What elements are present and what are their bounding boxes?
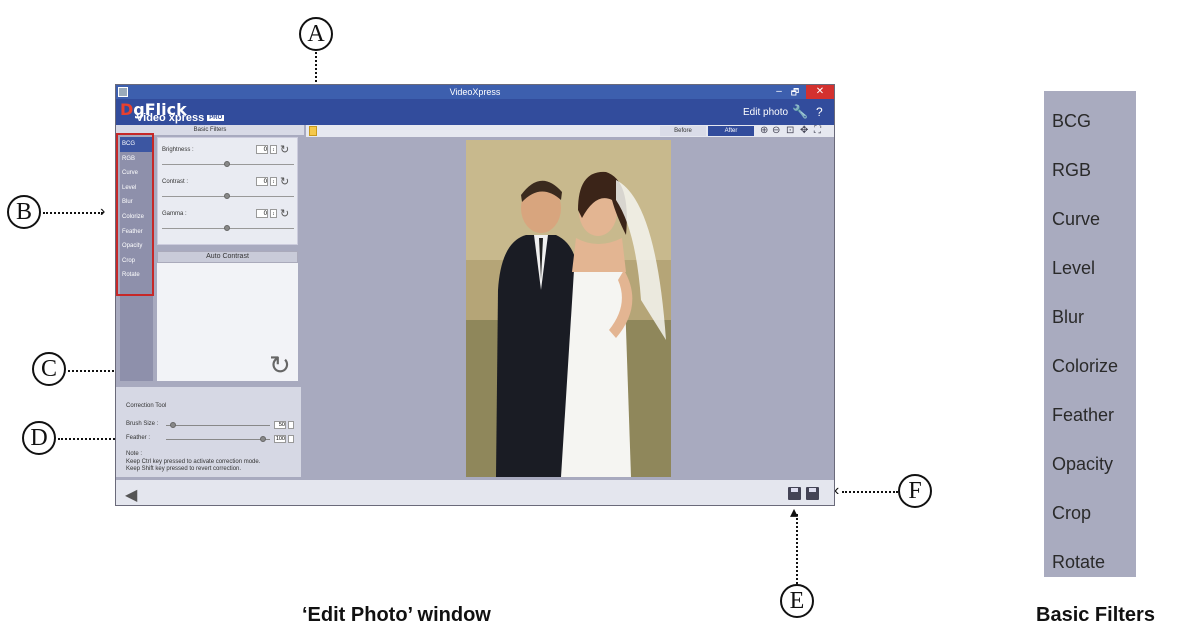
caption-edit-photo: ‘Edit Photo’ window bbox=[302, 604, 491, 626]
gamma-label: Gamma : bbox=[162, 211, 187, 217]
photo-image[interactable] bbox=[466, 140, 671, 477]
gamma-control: Gamma : 0 ↕ ↻ bbox=[162, 207, 294, 239]
feather-slider-knob[interactable] bbox=[260, 436, 266, 442]
brush-size-label: Brush Size : bbox=[126, 421, 159, 427]
auto-contrast-button[interactable]: Auto Contrast bbox=[157, 251, 298, 263]
zoom-filter-bcg[interactable]: BCG bbox=[1052, 97, 1118, 146]
contrast-value[interactable]: 0 bbox=[256, 177, 268, 186]
gamma-spinner[interactable]: ↕ bbox=[270, 209, 277, 218]
feather-control: Feather : 100 bbox=[126, 435, 298, 445]
callout-d-leader bbox=[58, 438, 122, 440]
edit-photo-window: VideoXpress – 🗗 ✕ DgFlick Video xpress PR… bbox=[115, 84, 835, 506]
contrast-spinner[interactable]: ↕ bbox=[270, 177, 277, 186]
correction-note: Note : Keep Ctrl key pressed to activate… bbox=[126, 451, 260, 474]
window-title: VideoXpress bbox=[449, 87, 501, 97]
title-bar: VideoXpress – 🗗 ✕ bbox=[116, 85, 834, 99]
zoom-filter-colorize[interactable]: Colorize bbox=[1052, 342, 1118, 391]
zoom-filter-list: BCG RGB Curve Level Blur Colorize Feathe… bbox=[1052, 97, 1118, 587]
zoom-filter-opacity[interactable]: Opacity bbox=[1052, 440, 1118, 489]
save-icon[interactable] bbox=[788, 487, 801, 500]
help-button[interactable]: ? bbox=[816, 105, 823, 119]
back-arrow-icon[interactable]: ◀ bbox=[125, 485, 137, 505]
callout-b: B bbox=[7, 195, 41, 229]
zoom-filter-level[interactable]: Level bbox=[1052, 244, 1118, 293]
brush-size-control: Brush Size : 50 bbox=[126, 421, 298, 431]
brightness-control: Brightness : 0 ↕ ↻ bbox=[162, 143, 294, 175]
contrast-label: Contrast : bbox=[162, 179, 189, 185]
logo-subtitle: Video xpress PRO bbox=[136, 112, 225, 124]
callout-e: E bbox=[780, 584, 814, 618]
fit-icon[interactable]: ⊡ bbox=[786, 125, 794, 137]
wrench-icon[interactable]: 🔧 bbox=[792, 104, 808, 120]
zoom-filter-rotate[interactable]: Rotate bbox=[1052, 538, 1118, 587]
callout-e-leader bbox=[796, 514, 798, 584]
logo-letter-d: D bbox=[120, 100, 134, 119]
brush-size-value[interactable]: 50 bbox=[274, 421, 286, 429]
preview-toolbar: Before After ⊕ ⊖ ⊡ ✥ ⛶ bbox=[306, 125, 834, 137]
brightness-label: Brightness : bbox=[162, 147, 194, 153]
brightness-reset-icon[interactable]: ↻ bbox=[280, 143, 289, 156]
brightness-slider-knob[interactable] bbox=[224, 161, 230, 167]
brightness-spinner[interactable]: ↕ bbox=[270, 145, 277, 154]
zoom-filter-blur[interactable]: Blur bbox=[1052, 293, 1118, 342]
callout-f: F bbox=[898, 474, 932, 508]
contrast-control: Contrast : 0 ↕ ↻ bbox=[162, 175, 294, 207]
reset-all-icon[interactable]: ↻ bbox=[269, 350, 291, 381]
contrast-slider-knob[interactable] bbox=[224, 193, 230, 199]
brush-size-slider-track[interactable] bbox=[166, 425, 270, 426]
brush-size-spinner[interactable] bbox=[288, 421, 294, 429]
zoom-filter-curve[interactable]: Curve bbox=[1052, 195, 1118, 244]
save-as-icon[interactable] bbox=[806, 487, 819, 500]
close-button[interactable]: ✕ bbox=[806, 85, 834, 99]
callout-b-arrowhead: › bbox=[100, 203, 106, 220]
callout-d: D bbox=[22, 421, 56, 455]
logo-badge: PRO bbox=[207, 115, 225, 122]
bcg-controls: Brightness : 0 ↕ ↻ Contrast : 0 ↕ ↻ Gamm… bbox=[157, 137, 298, 245]
contrast-reset-icon[interactable]: ↻ bbox=[280, 175, 289, 188]
footer-bar: ◀ bbox=[116, 480, 834, 505]
feather-spinner[interactable] bbox=[288, 435, 294, 443]
callout-f-leader bbox=[842, 491, 898, 493]
callout-b-leader bbox=[43, 212, 103, 214]
zoom-filter-crop[interactable]: Crop bbox=[1052, 489, 1118, 538]
brush-size-slider-knob[interactable] bbox=[170, 422, 176, 428]
filter-list-highlight bbox=[116, 133, 154, 296]
edit-photo-label: Edit photo bbox=[743, 107, 789, 118]
fullscreen-icon[interactable]: ⛶ bbox=[814, 125, 821, 137]
photo-illustration bbox=[466, 140, 671, 477]
zoom-in-icon[interactable]: ⊕ bbox=[760, 125, 768, 137]
after-button[interactable]: After bbox=[708, 126, 754, 136]
gamma-slider-knob[interactable] bbox=[224, 225, 230, 231]
gamma-value[interactable]: 0 bbox=[256, 209, 268, 218]
callout-c: C bbox=[32, 352, 66, 386]
basic-filters-zoom-panel: BCG RGB Curve Level Blur Colorize Feathe… bbox=[1044, 91, 1136, 577]
minimize-button[interactable]: – bbox=[772, 85, 786, 99]
callout-e-arrowhead: ▴ bbox=[790, 504, 799, 521]
move-icon[interactable]: ✥ bbox=[800, 125, 808, 137]
note-title: Note : bbox=[126, 451, 143, 457]
maximize-button[interactable]: 🗗 bbox=[788, 85, 802, 99]
zoom-out-icon[interactable]: ⊖ bbox=[772, 125, 780, 137]
zoom-filter-rgb[interactable]: RGB bbox=[1052, 146, 1118, 195]
note-line-2: Keep Shift key pressed to revert correct… bbox=[126, 466, 242, 472]
app-header: DgFlick Video xpress PRO Edit photo 🔧 ? bbox=[116, 99, 834, 125]
photo-preview-area bbox=[306, 137, 834, 480]
zoom-filter-feather[interactable]: Feather bbox=[1052, 391, 1118, 440]
feather-slider-track[interactable] bbox=[166, 439, 270, 440]
gamma-reset-icon[interactable]: ↻ bbox=[280, 207, 289, 220]
feather-label: Feather : bbox=[126, 435, 151, 441]
note-line-1: Keep Ctrl key pressed to activate correc… bbox=[126, 458, 261, 465]
before-button[interactable]: Before bbox=[660, 126, 706, 136]
caption-basic-filters: Basic Filters bbox=[1036, 604, 1155, 626]
brightness-value[interactable]: 0 bbox=[256, 145, 268, 154]
correction-tool-title: Correction Tool bbox=[126, 403, 167, 409]
feather-value[interactable]: 100 bbox=[274, 435, 286, 443]
document-icon[interactable] bbox=[309, 126, 317, 136]
callout-a: A bbox=[299, 17, 333, 51]
logo-sub-text: Video xpress bbox=[136, 112, 205, 124]
